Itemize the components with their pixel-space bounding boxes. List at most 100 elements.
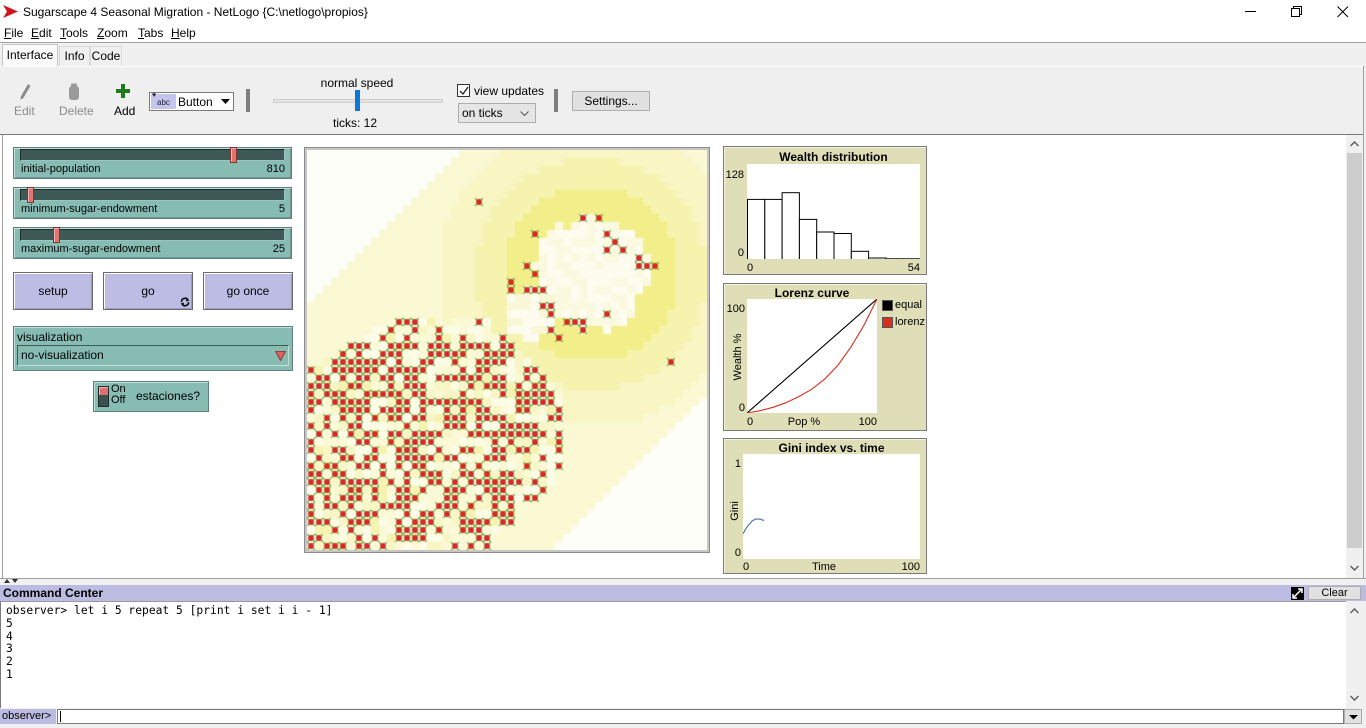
y-tick-label: 0 xyxy=(737,247,744,259)
close-button[interactable] xyxy=(1320,0,1366,24)
slider-minimum-sugar-endowment[interactable]: minimum-sugar-endowment 5 xyxy=(13,187,292,219)
menu-zoom[interactable]: Zoom xyxy=(97,26,128,40)
chevron-down-icon xyxy=(520,111,529,117)
switch-off-label: Off xyxy=(111,394,126,406)
plot-area xyxy=(747,164,920,259)
chooser-value: no-visualization xyxy=(21,348,104,362)
slider-thumb[interactable] xyxy=(229,147,237,163)
tab-info[interactable]: Info xyxy=(59,46,90,66)
tab-code[interactable]: Code xyxy=(90,46,122,66)
menu-edit[interactable]: Edit xyxy=(31,26,52,40)
tab-interface[interactable]: Interface xyxy=(2,44,58,66)
switch-toggle[interactable] xyxy=(98,386,109,407)
title-bar: Sugarscape 4 Seasonal Migration - NetLog… xyxy=(0,0,1366,24)
command-output[interactable]: observer> let i 5 repeat 5 [print i set … xyxy=(0,601,1346,708)
output-line: observer> let i 5 repeat 5 [print i set … xyxy=(6,604,333,617)
legend-swatch-equal xyxy=(882,300,893,311)
plot-title: Gini index vs. time xyxy=(778,441,885,455)
wealth-distribution-plot[interactable]: Wealth distribution 128 0 0 54 xyxy=(723,146,927,275)
scroll-up-icon[interactable] xyxy=(1350,608,1359,614)
minimize-button[interactable] xyxy=(1228,0,1274,24)
view-updates-checkbox[interactable] xyxy=(457,84,470,97)
histogram-bar xyxy=(816,231,835,259)
world-view[interactable] xyxy=(307,150,707,550)
minimize-icon xyxy=(1245,11,1256,12)
edit-button[interactable]: Edit xyxy=(8,80,42,122)
slider-thumb[interactable] xyxy=(27,187,35,203)
slider-maximum-sugar-endowment[interactable]: maximum-sugar-endowment 25 xyxy=(13,227,292,259)
menu-tools[interactable]: Tools xyxy=(60,26,88,40)
histogram-bar xyxy=(833,233,852,259)
pencil-icon xyxy=(20,84,31,100)
update-mode-value: on ticks xyxy=(462,106,503,120)
setup-button[interactable]: setup xyxy=(13,272,93,310)
lorenz-curve-plot[interactable]: Lorenz curve 100 0 Wealth % equal lorenz… xyxy=(723,283,927,431)
command-center-title: Command Center xyxy=(3,586,104,600)
button-label: setup xyxy=(38,284,68,298)
x-tick-label: 0 xyxy=(747,416,754,428)
series-line-equal xyxy=(747,299,877,413)
pane-splitter[interactable] xyxy=(0,578,1366,585)
clear-button[interactable]: Clear xyxy=(1308,586,1361,600)
plot-area xyxy=(747,299,877,413)
menu-tabs[interactable]: Tabs xyxy=(138,26,163,40)
dropdown-triangle-icon xyxy=(275,351,286,361)
add-button[interactable]: Add xyxy=(108,80,140,122)
clear-label: Clear xyxy=(1321,587,1348,599)
toolbar-separator xyxy=(246,89,250,112)
tab-strip: Interface Info Code xyxy=(0,43,1366,66)
plus-icon xyxy=(116,84,130,98)
slider-thumb[interactable] xyxy=(53,227,61,243)
scroll-down-icon[interactable] xyxy=(1350,565,1359,571)
go-once-button[interactable]: go once xyxy=(203,272,293,310)
widget-type-dropdown[interactable]: ♥ abc Button xyxy=(149,92,234,111)
scrollbar-thumb[interactable] xyxy=(1347,153,1362,548)
view-updates-label: view updates xyxy=(474,84,545,98)
update-mode-dropdown[interactable]: on ticks xyxy=(458,103,536,123)
trash-icon xyxy=(69,83,79,100)
toolbar-separator xyxy=(554,89,558,112)
slider-value: 25 xyxy=(272,243,285,255)
slider-track[interactable] xyxy=(20,149,285,161)
slider-track[interactable] xyxy=(20,189,285,201)
scroll-down-icon[interactable] xyxy=(1350,695,1359,701)
command-history-button[interactable] xyxy=(1344,709,1362,724)
output-scrollbar[interactable] xyxy=(1346,601,1363,708)
expand-icon[interactable] xyxy=(1291,587,1304,600)
scroll-up-icon[interactable] xyxy=(1350,141,1359,147)
menu-bar: File Edit Tools Zoom Tabs Help xyxy=(0,24,1366,43)
agent-prompt-selector[interactable]: observer> xyxy=(0,709,56,724)
interface-scrollbar[interactable] xyxy=(1346,136,1363,578)
go-button[interactable]: go xyxy=(103,272,193,310)
histogram-bar xyxy=(781,192,800,259)
splitter-arrows-icon[interactable] xyxy=(4,579,18,584)
restore-button[interactable] xyxy=(1274,0,1320,24)
histogram-bar xyxy=(764,198,783,259)
plot-title: Lorenz curve xyxy=(774,286,850,300)
heart-icon: ♥ xyxy=(152,92,157,99)
command-input[interactable] xyxy=(57,709,1344,724)
estaciones-switch[interactable]: On Off estaciones? xyxy=(93,381,209,412)
delete-button[interactable]: Delete xyxy=(55,80,95,122)
restore-icon xyxy=(1291,6,1302,17)
output-line: 2 xyxy=(6,655,13,668)
settings-button[interactable]: Settings... xyxy=(572,91,650,111)
y-tick-label: 0 xyxy=(734,547,741,559)
window-title: Sugarscape 4 Seasonal Migration - NetLog… xyxy=(23,5,368,19)
settings-label: Settings... xyxy=(584,94,638,108)
gini-index-plot[interactable]: Gini index vs. time 1 0 Gini 0 Time 100 xyxy=(723,438,927,574)
slider-value: 5 xyxy=(278,203,285,215)
menu-help[interactable]: Help xyxy=(171,26,196,40)
speed-slider-thumb[interactable] xyxy=(355,90,360,111)
slider-initial-population[interactable]: initial-population 810 xyxy=(13,147,292,179)
slider-label: minimum-sugar-endowment xyxy=(21,203,158,215)
legend-label-equal: equal xyxy=(895,299,922,311)
visualization-chooser[interactable]: visualization no-visualization xyxy=(13,326,293,371)
menu-file[interactable]: File xyxy=(4,26,23,40)
netlogo-logo-icon xyxy=(3,5,18,18)
output-line: 5 xyxy=(6,617,13,630)
switch-knob[interactable] xyxy=(99,387,108,395)
command-center-header: Command Center Clear xyxy=(0,585,1366,601)
x-tick-label: 0 xyxy=(743,561,750,573)
chooser-dropdown[interactable]: no-visualization xyxy=(17,345,289,366)
